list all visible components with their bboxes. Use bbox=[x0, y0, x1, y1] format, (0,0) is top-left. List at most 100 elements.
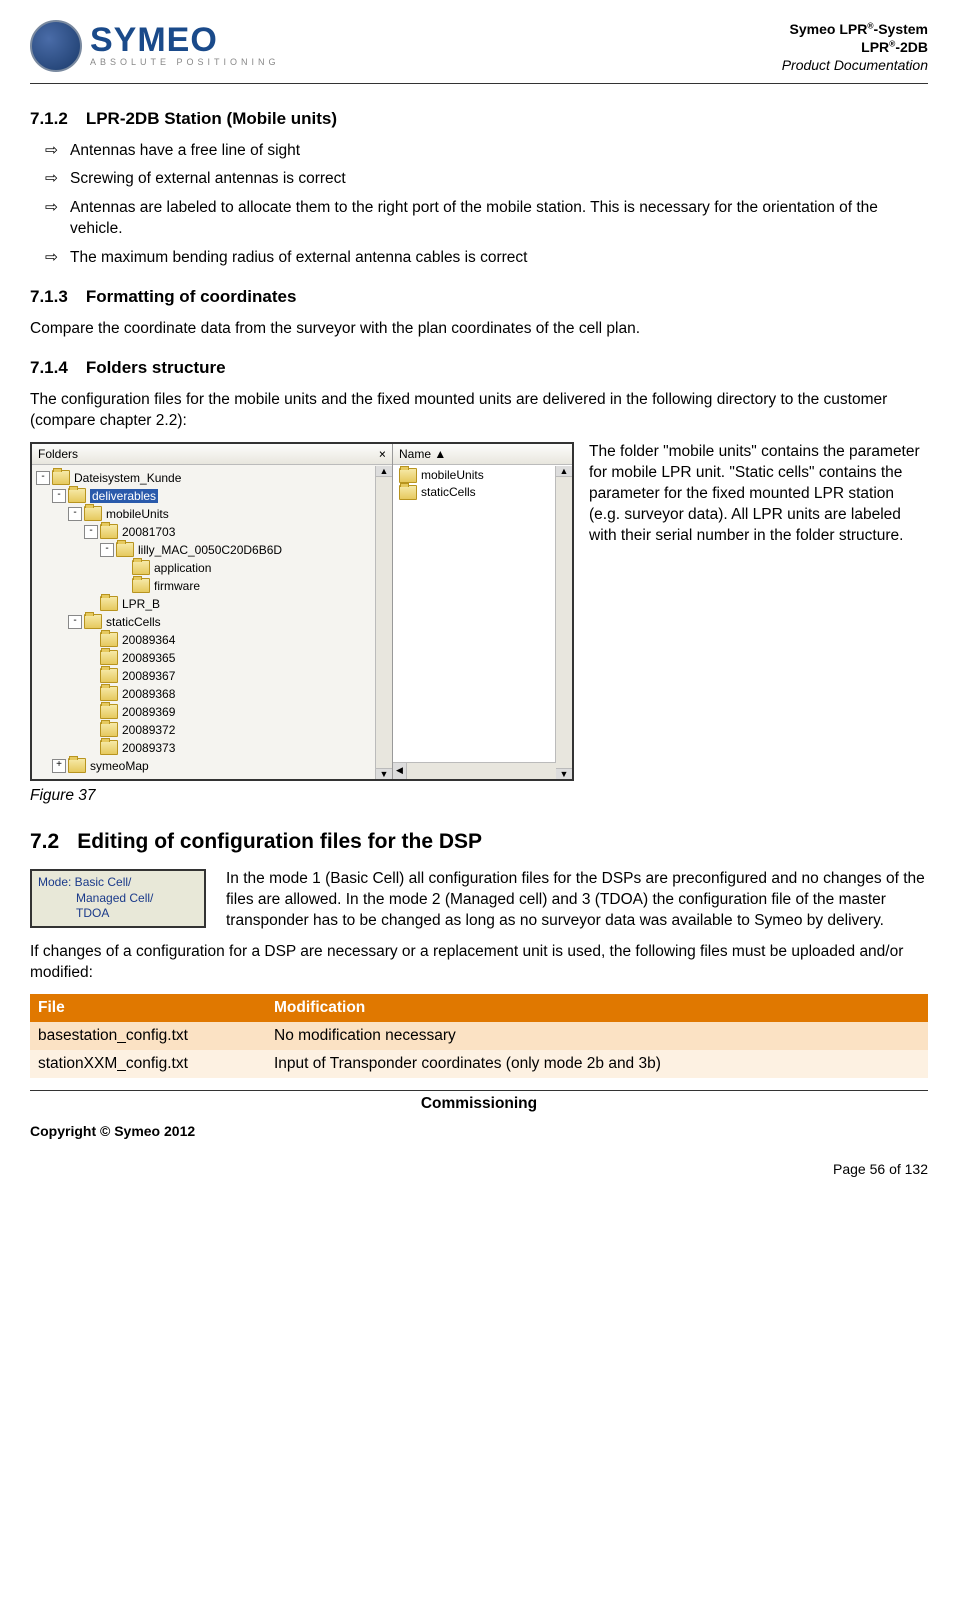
scrollbar-vertical bbox=[555, 466, 572, 779]
folder-icon bbox=[100, 632, 118, 647]
paragraph: In the mode 1 (Basic Cell) all configura… bbox=[226, 869, 928, 932]
folder-icon bbox=[132, 560, 150, 575]
close-icon: × bbox=[379, 447, 386, 461]
tree-toggle-icon: + bbox=[52, 759, 66, 773]
tree-row: 20089367 bbox=[32, 667, 392, 685]
folder-icon bbox=[100, 740, 118, 755]
tree-label: deliverables bbox=[90, 489, 158, 503]
heading-7-2: 7.2Editing of configuration files for th… bbox=[30, 830, 928, 854]
folder-icon bbox=[68, 758, 86, 773]
folder-icon bbox=[84, 506, 102, 521]
footer-section-title: Commissioning bbox=[30, 1090, 928, 1123]
table-header-modification: Modification bbox=[266, 994, 928, 1022]
page-header: SYMEO ABSOLUTE POSITIONING Symeo LPR®-Sy… bbox=[30, 20, 928, 84]
tree-toggle-icon: - bbox=[100, 543, 114, 557]
file-list-row: staticCells bbox=[393, 484, 572, 501]
logo-icon bbox=[30, 20, 82, 72]
tree-row: - mobileUnits bbox=[32, 505, 392, 523]
tree-row: 20089369 bbox=[32, 703, 392, 721]
list-item: ⇨Screwing of external antennas is correc… bbox=[45, 169, 928, 190]
tree-label: application bbox=[154, 561, 211, 575]
logo-text-main: SYMEO bbox=[90, 25, 280, 56]
tree-row: LPR_B bbox=[32, 595, 392, 613]
file-name: mobileUnits bbox=[421, 468, 484, 482]
name-column-header: Name ▲ bbox=[393, 444, 572, 465]
file-name: staticCells bbox=[421, 485, 476, 499]
tree-label: symeoMap bbox=[90, 759, 149, 773]
tree-row: 20089373 bbox=[32, 739, 392, 757]
paragraph: If changes of a configuration for a DSP … bbox=[30, 942, 928, 984]
tree-label: 20081703 bbox=[122, 525, 175, 539]
tree-toggle-icon: - bbox=[36, 471, 50, 485]
tree-row: - 20081703 bbox=[32, 523, 392, 541]
list-item: ⇨Antennas have a free line of sight bbox=[45, 141, 928, 162]
scrollbar-horizontal bbox=[393, 762, 556, 779]
folder-icon bbox=[399, 468, 417, 483]
table-row: stationXXM_config.txt Input of Transpond… bbox=[30, 1050, 928, 1078]
bullet-icon: ⇨ bbox=[45, 141, 58, 162]
tree-label: staticCells bbox=[106, 615, 161, 629]
tree-row: 20089368 bbox=[32, 685, 392, 703]
tree-row: - deliverables bbox=[32, 487, 392, 505]
doc-title-block: Symeo LPR®-System LPR®-2DB Product Docum… bbox=[782, 20, 928, 75]
folder-icon bbox=[100, 668, 118, 683]
bullet-list-7-1-2: ⇨Antennas have a free line of sight ⇨Scr… bbox=[30, 141, 928, 270]
folder-icon bbox=[399, 485, 417, 500]
tree-label: LPR_B bbox=[122, 597, 160, 611]
folder-icon bbox=[132, 578, 150, 593]
tree-row: 20089372 bbox=[32, 721, 392, 739]
tree-toggle-icon: - bbox=[68, 507, 82, 521]
tree-label: 20089364 bbox=[122, 633, 175, 647]
file-list-row: mobileUnits bbox=[393, 467, 572, 484]
tree-label: lilly_MAC_0050C20D6B6D bbox=[138, 543, 282, 557]
tree-row: + symeoMap bbox=[32, 757, 392, 775]
tree-row: 20089365 bbox=[32, 649, 392, 667]
paragraph: The configuration files for the mobile u… bbox=[30, 390, 928, 432]
bullet-icon: ⇨ bbox=[45, 169, 58, 190]
table-header-file: File bbox=[30, 994, 266, 1022]
bullet-icon: ⇨ bbox=[45, 248, 58, 269]
list-item: ⇨Antennas are labeled to allocate them t… bbox=[45, 198, 928, 240]
folder-icon bbox=[52, 470, 70, 485]
heading-7-1-2: 7.1.2LPR-2DB Station (Mobile units) bbox=[30, 109, 928, 129]
tree-toggle-icon: - bbox=[84, 525, 98, 539]
copyright: Copyright © Symeo 2012 bbox=[30, 1123, 928, 1139]
folder-icon bbox=[100, 650, 118, 665]
folder-screenshot: Folders × -Dateisystem_Kunde-deliverable… bbox=[30, 442, 574, 781]
tree-row: - lilly_MAC_0050C20D6B6D bbox=[32, 541, 392, 559]
tree-label: 20089367 bbox=[122, 669, 175, 683]
folder-icon bbox=[100, 704, 118, 719]
logo-text-sub: ABSOLUTE POSITIONING bbox=[90, 57, 280, 67]
mode-callout-box: Mode: Basic Cell/ Managed Cell/ TDOA bbox=[30, 869, 206, 928]
bullet-icon: ⇨ bbox=[45, 198, 58, 240]
paragraph: Compare the coordinate data from the sur… bbox=[30, 319, 928, 340]
heading-7-1-3: 7.1.3Formatting of coordinates bbox=[30, 287, 928, 307]
folder-icon bbox=[100, 524, 118, 539]
tree-row: application bbox=[32, 559, 392, 577]
tree-label: 20089372 bbox=[122, 723, 175, 737]
tree-label: Dateisystem_Kunde bbox=[74, 471, 181, 485]
folder-icon bbox=[100, 686, 118, 701]
tree-label: 20089365 bbox=[122, 651, 175, 665]
figure-caption: Figure 37 bbox=[30, 787, 928, 805]
scrollbar-vertical bbox=[375, 466, 392, 779]
tree-label: mobileUnits bbox=[106, 507, 169, 521]
folder-icon bbox=[116, 542, 134, 557]
tree-row: - Dateisystem_Kunde bbox=[32, 469, 392, 487]
page-number: Page 56 of 132 bbox=[30, 1161, 928, 1177]
table-row: basestation_config.txt No modification n… bbox=[30, 1022, 928, 1050]
tree-toggle-icon: - bbox=[52, 489, 66, 503]
tree-label: 20089369 bbox=[122, 705, 175, 719]
heading-7-1-4: 7.1.4Folders structure bbox=[30, 358, 928, 378]
tree-row: - staticCells bbox=[32, 613, 392, 631]
folder-description: The folder "mobile units" contains the p… bbox=[589, 442, 928, 547]
tree-row: firmware bbox=[32, 577, 392, 595]
tree-label: firmware bbox=[154, 579, 200, 593]
folder-icon bbox=[68, 488, 86, 503]
folder-icon bbox=[84, 614, 102, 629]
tree-toggle-icon: - bbox=[68, 615, 82, 629]
tree-label: 20089368 bbox=[122, 687, 175, 701]
tree-label: 20089373 bbox=[122, 741, 175, 755]
logo: SYMEO ABSOLUTE POSITIONING bbox=[30, 20, 280, 72]
modification-table: File Modification basestation_config.txt… bbox=[30, 994, 928, 1078]
